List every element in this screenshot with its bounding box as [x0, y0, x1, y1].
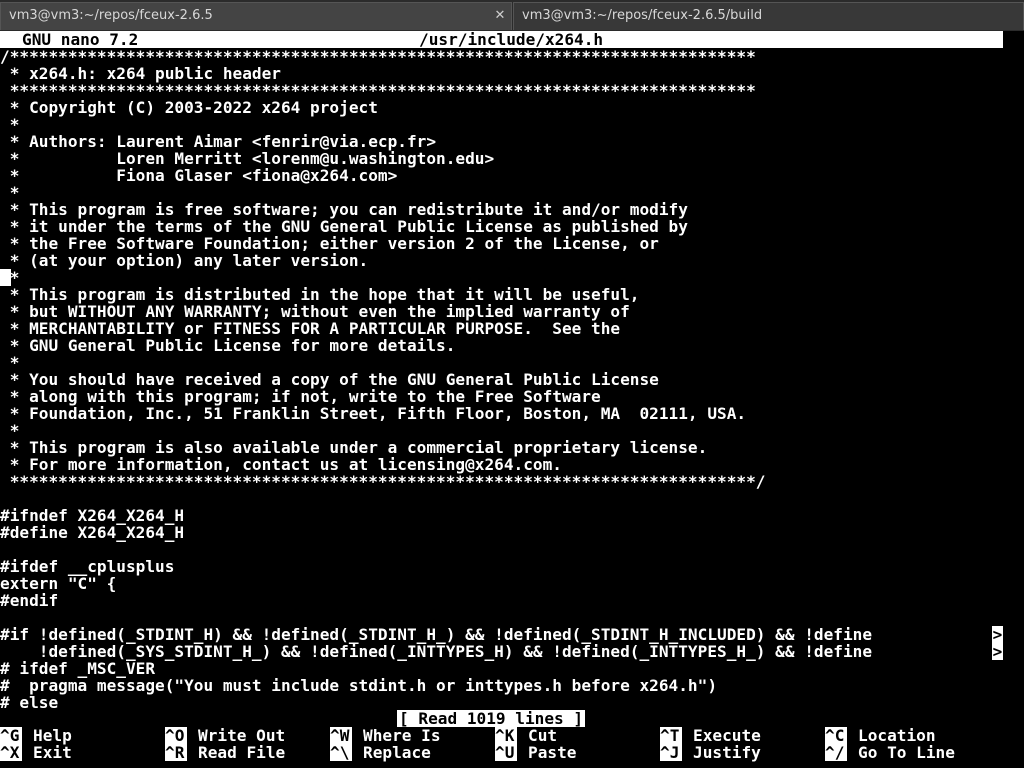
file-line: * (at your option) any later version. [0, 251, 369, 270]
file-line: #define X264_X264_H [0, 523, 185, 542]
file-line: /***************************************… [0, 47, 756, 66]
line-overflow-indicator: > [992, 625, 1003, 644]
file-line: * This program is also available under a… [0, 438, 708, 457]
file-line: * For more information, contact us at li… [0, 455, 562, 474]
shortcut-justify[interactable]: ^J Justify [660, 744, 761, 761]
file-line: #ifdef __cplusplus [0, 557, 175, 576]
file-line: * Loren Merritt <lorenm@u.washington.edu… [0, 149, 495, 168]
shortcut-key: ^K [495, 727, 517, 744]
file-line: * along with this program; if not, write… [0, 387, 601, 406]
shortcut-label: Go To Line [858, 743, 955, 762]
tab-fceux[interactable]: vm3@vm3:~/repos/fceux-2.6.5 ✕ [0, 2, 512, 30]
file-line: * This program is distributed in the hop… [0, 285, 640, 304]
file-line: * Fiona Glaser <fiona@x264.com> [0, 166, 398, 185]
nano-version: GNU nano 7.2 [22, 31, 139, 49]
shortcut-help[interactable]: ^G Help [0, 727, 72, 744]
shortcut-exit[interactable]: ^X Exit [0, 744, 72, 761]
shortcut-read-file[interactable]: ^R Read File [165, 744, 285, 761]
nano-title-bar: GNU nano 7.2 /usr/include/x264.h [0, 31, 1003, 48]
shortcut-key: ^/ [825, 744, 847, 761]
shortcut-replace[interactable]: ^\ Replace [330, 744, 431, 761]
shortcut-key: ^J [660, 744, 682, 761]
shortcut-key: ^R [165, 744, 187, 761]
shortcut-paste[interactable]: ^U Paste [495, 744, 576, 761]
file-line: #endif [0, 591, 59, 610]
line-overflow-indicator: > [992, 642, 1003, 661]
shortcut-cut[interactable]: ^K Cut [495, 727, 557, 744]
file-line: * [0, 353, 20, 372]
shortcut-label: Read File [198, 743, 286, 762]
file-name: /usr/include/x264.h [419, 31, 604, 49]
shortcut-key: ^T [660, 727, 682, 744]
tab-title: vm3@vm3:~/repos/fceux-2.6.5/build [522, 8, 763, 23]
file-line: * [0, 183, 20, 202]
file-line: ****************************************… [0, 81, 756, 100]
shortcut-key: ^\ [330, 744, 352, 761]
close-icon[interactable]: ✕ [493, 3, 507, 29]
shortcut-location[interactable]: ^C Location [825, 727, 936, 744]
tab-fceux-build[interactable]: vm3@vm3:~/repos/fceux-2.6.5/build [513, 2, 1024, 30]
terminal-tab-bar: vm3@vm3:~/repos/fceux-2.6.5 ✕ vm3@vm3:~/… [0, 0, 1024, 32]
file-line: * [0, 115, 20, 134]
shortcut-write-out[interactable]: ^O Write Out [165, 727, 285, 744]
shortcut-key: ^U [495, 744, 517, 761]
file-line: * Foundation, Inc., 51 Franklin Street, … [0, 404, 747, 423]
shortcut-key: ^O [165, 727, 187, 744]
file-line: * You should have received a copy of the… [0, 370, 659, 389]
status-message: [ Read 1019 lines ] [397, 709, 586, 728]
shortcut-key: ^W [330, 727, 352, 744]
file-line: extern "C" { [0, 574, 117, 593]
file-line: * This program is free software; you can… [0, 200, 688, 219]
shortcut-label: Exit [33, 743, 72, 762]
shortcut-label: Replace [363, 743, 431, 762]
file-line: # ifdef _MSC_VER [0, 659, 156, 678]
shortcut-where-is[interactable]: ^W Where Is [330, 727, 441, 744]
file-line: ****************************************… [0, 472, 766, 491]
file-line: * [0, 421, 20, 440]
file-line: !defined(_SYS_STDINT_H_) && !defined(_IN… [0, 642, 873, 661]
file-line: * Copyright (C) 2003-2022 x264 project [0, 98, 378, 117]
file-line: * Authors: Laurent Aimar <fenrir@via.ecp… [0, 132, 437, 151]
shortcut-label: Justify [693, 743, 761, 762]
file-line: # pragma message("You must include stdin… [0, 676, 718, 695]
file-line: * GNU General Public License for more de… [0, 336, 456, 355]
file-line: * it under the terms of the GNU General … [0, 217, 688, 236]
shortcut-go-to-line[interactable]: ^/ Go To Line [825, 744, 955, 761]
shortcut-key: ^C [825, 727, 847, 744]
file-line: #ifndef X264_X264_H [0, 506, 185, 525]
file-line: #if !defined(_STDINT_H) && !defined(_STD… [0, 625, 873, 644]
file-line: # else [0, 693, 59, 712]
tab-title: vm3@vm3:~/repos/fceux-2.6.5 [9, 8, 213, 23]
file-line: * but WITHOUT ANY WARRANTY; without even… [0, 302, 630, 321]
shortcut-key: ^X [0, 744, 22, 761]
shortcut-key: ^G [0, 727, 22, 744]
nano-editor[interactable]: GNU nano 7.2 /usr/include/x264.h /******… [0, 31, 1024, 768]
file-line: * MERCHANTABILITY or FITNESS FOR A PARTI… [0, 319, 621, 338]
file-line: * x264.h: x264 public header [0, 64, 281, 83]
shortcut-execute[interactable]: ^T Execute [660, 727, 761, 744]
shortcut-label: Paste [528, 743, 577, 762]
text-cursor [0, 269, 11, 286]
file-line: * the Free Software Foundation; either v… [0, 234, 659, 253]
